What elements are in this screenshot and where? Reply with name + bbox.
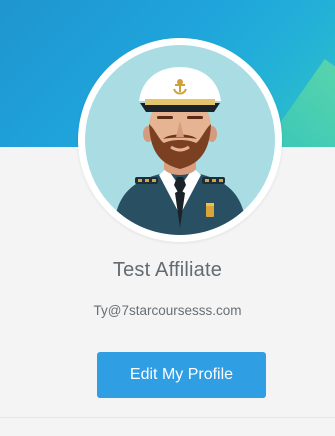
profile-email: Ty@7starcoursesss.com xyxy=(93,303,242,318)
captain-avatar-icon xyxy=(85,45,275,235)
profile-avatar xyxy=(78,38,282,242)
card-divider xyxy=(0,417,335,418)
profile-name: Test Affiliate xyxy=(112,259,223,281)
edit-profile-button[interactable]: Edit My Profile xyxy=(97,352,266,398)
profile-card: Test Affiliate Ty@7starcoursesss.com Edi… xyxy=(0,0,335,436)
